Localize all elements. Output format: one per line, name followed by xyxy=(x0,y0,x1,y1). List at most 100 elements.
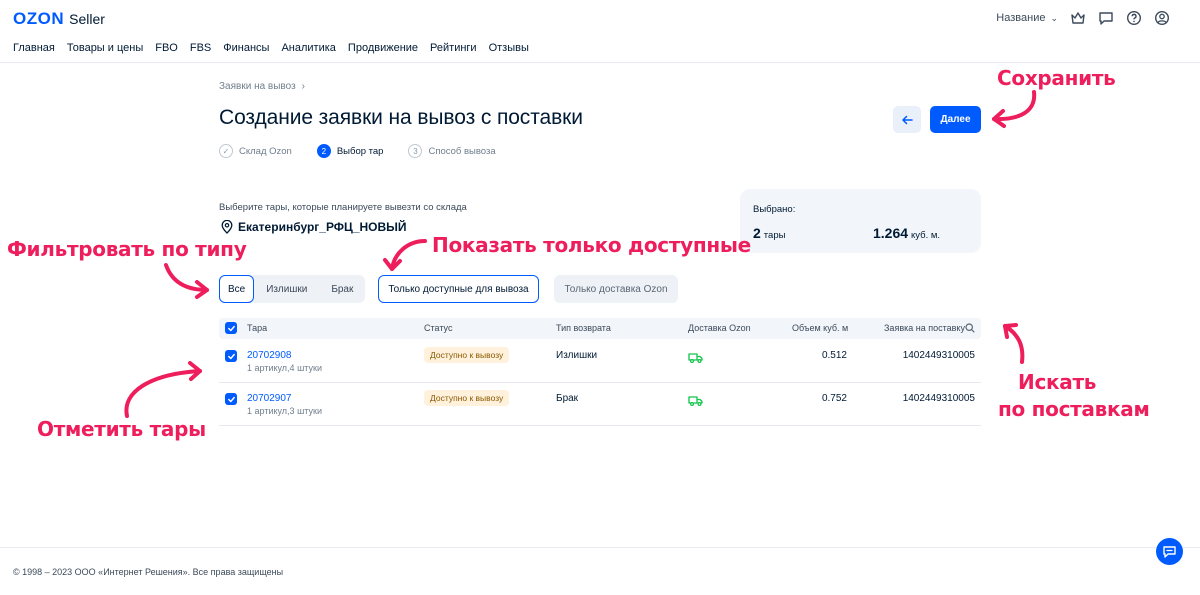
step-warehouse[interactable]: ✓ Склад Ozon xyxy=(219,144,292,158)
page-title: Создание заявки на вывоз с поставки xyxy=(219,106,583,129)
tara-cell: 20702908 1 артикул,4 штуки xyxy=(247,350,322,373)
summary-volume: 1.264 куб. м. xyxy=(873,225,940,241)
tara-id-link[interactable]: 20702907 xyxy=(247,393,322,404)
chat-bubble-icon xyxy=(1163,546,1176,558)
nav-item-analytics[interactable]: Аналитика xyxy=(281,42,335,54)
tara-cell: 20702907 1 артикул,3 штуки xyxy=(247,393,322,416)
nav-item-ratings[interactable]: Рейтинги xyxy=(430,42,477,54)
column-tara[interactable]: Тара xyxy=(247,323,267,333)
chevron-down-icon: ⌄ xyxy=(1050,12,1058,23)
footer-divider xyxy=(0,547,1200,548)
supply-order-cell: 1402449310005 xyxy=(902,393,975,404)
status-badge: Доступно к вывозу xyxy=(424,390,510,406)
step-number: 3 xyxy=(408,144,423,158)
annotation-save: Сохранить xyxy=(997,66,1116,90)
search-icon[interactable] xyxy=(965,323,975,333)
crown-icon[interactable] xyxy=(1070,10,1086,26)
volume-value: 1.264 xyxy=(873,225,909,241)
row-checkbox[interactable] xyxy=(225,350,237,362)
nav-item-fbo[interactable]: FBO xyxy=(155,42,178,54)
breadcrumb[interactable]: Заявки на вывоз › xyxy=(219,81,305,92)
arrow-head xyxy=(992,109,1006,128)
only-available-toggle[interactable]: Только доступные для вывоза xyxy=(378,275,539,303)
main-nav: Главная Товары и цены FBO FBS Финансы Ан… xyxy=(13,42,541,54)
column-supply-order[interactable]: Заявка на поставку xyxy=(884,323,965,333)
status-cell: Доступно к вывозу xyxy=(424,347,510,363)
chevron-right-icon: › xyxy=(301,81,306,92)
help-icon[interactable] xyxy=(1126,10,1142,26)
annotation-mark: Отметить тары xyxy=(37,417,206,441)
step-label: Способ вывоза xyxy=(428,145,496,157)
column-ozon-delivery[interactable]: Доставка Ozon xyxy=(688,323,751,333)
arrow-head xyxy=(1003,323,1018,339)
logo-product: Seller xyxy=(69,11,105,27)
table-row[interactable]: 20702908 1 артикул,4 штуки Доступно к вы… xyxy=(219,340,981,383)
delivery-cell xyxy=(688,395,703,409)
logo[interactable]: OZON Seller xyxy=(13,9,105,29)
arrow-to-available-toggle xyxy=(390,239,427,271)
footer-copyright: © 1998 – 2023 ООО «Интернет Решения». Вс… xyxy=(13,567,284,577)
nav-item-fbs[interactable]: FBS xyxy=(190,42,211,54)
column-volume[interactable]: Объем куб. м xyxy=(792,323,848,333)
volume-unit: куб. м. xyxy=(911,230,941,241)
tara-details: 1 артикул,3 штуки xyxy=(247,406,322,416)
delivery-cell xyxy=(688,352,703,366)
column-status[interactable]: Статус xyxy=(424,323,452,333)
check-icon: ✓ xyxy=(219,144,233,158)
annotation-filter-type: Фильтровать по типу xyxy=(7,237,247,261)
arrow-to-next-button xyxy=(992,90,1037,122)
step-export-method[interactable]: 3 Способ вывоза xyxy=(408,144,496,158)
summary-count: 2 тары xyxy=(753,225,785,241)
logo-brand: OZON xyxy=(13,9,65,28)
support-chat-button[interactable] xyxy=(1156,538,1183,565)
tara-id-link[interactable]: 20702908 xyxy=(247,350,322,361)
only-ozon-delivery-toggle[interactable]: Только доставка Ozon xyxy=(554,275,678,303)
step-number: 2 xyxy=(316,144,331,158)
truck-icon xyxy=(688,396,703,406)
arrow-left-icon xyxy=(902,115,913,124)
arrow-to-type-filter xyxy=(164,263,209,292)
nav-item-finance[interactable]: Финансы xyxy=(223,42,269,54)
nav-item-home[interactable]: Главная xyxy=(13,42,55,54)
store-selector[interactable]: Название ⌄ xyxy=(996,12,1058,24)
annotation-search-line1: Искать xyxy=(1018,370,1097,394)
select-hint: Выберите тары, которые планируете вывезт… xyxy=(219,202,467,213)
table-header: Тара Статус Тип возврата Доставка Ozon О… xyxy=(219,318,981,339)
status-cell: Доступно к вывозу xyxy=(424,390,510,406)
select-all-checkbox[interactable] xyxy=(225,322,237,334)
supply-order-cell: 1402449310005 xyxy=(902,350,975,361)
nav-item-promotion[interactable]: Продвижение xyxy=(348,42,418,54)
step-select-tara[interactable]: 2 Выбор тар xyxy=(316,144,384,158)
filter-all[interactable]: Все xyxy=(219,275,255,303)
nav-item-reviews[interactable]: Отзывы xyxy=(489,42,529,54)
step-label: Выбор тар xyxy=(336,145,384,157)
summary-label: Выбрано: xyxy=(753,204,796,215)
return-type-cell: Брак xyxy=(556,393,579,404)
header-actions: Название ⌄ xyxy=(996,10,1170,26)
column-return-type[interactable]: Тип возврата xyxy=(556,323,611,333)
next-button[interactable]: Далее xyxy=(930,106,981,133)
status-badge: Доступно к вывозу xyxy=(424,347,510,363)
filter-surplus[interactable]: Излишки xyxy=(254,275,319,303)
table-row[interactable]: 20702907 1 артикул,3 штуки Доступно к вы… xyxy=(219,383,981,426)
filter-defect[interactable]: Брак xyxy=(319,275,365,303)
nav-item-products[interactable]: Товары и цены xyxy=(67,42,143,54)
selection-summary: Выбрано: 2 тары 1.264 куб. м. xyxy=(740,189,981,253)
arrow-to-checkboxes xyxy=(124,369,202,418)
volume-cell: 0.752 xyxy=(821,393,847,404)
stepper: ✓ Склад Ozon 2 Выбор тар 3 Способ вывоза xyxy=(219,144,521,158)
location-pin-icon xyxy=(221,220,233,234)
top-header: OZON Seller Главная Товары и цены FBO FB… xyxy=(0,0,1200,63)
type-filter: Все Излишки Брак xyxy=(219,275,366,303)
volume-cell: 0.512 xyxy=(821,350,847,361)
arrow-head xyxy=(195,280,209,299)
tara-details: 1 артикул,4 штуки xyxy=(247,363,322,373)
breadcrumb-link: Заявки на вывоз xyxy=(219,81,296,92)
row-checkbox[interactable] xyxy=(225,393,237,405)
return-type-cell: Излишки xyxy=(556,350,598,361)
chat-icon[interactable] xyxy=(1098,10,1114,26)
user-icon[interactable] xyxy=(1154,10,1170,26)
annotation-search-line2: по поставкам xyxy=(998,397,1150,421)
arrow-to-search xyxy=(1003,324,1025,364)
back-button[interactable] xyxy=(893,106,921,133)
